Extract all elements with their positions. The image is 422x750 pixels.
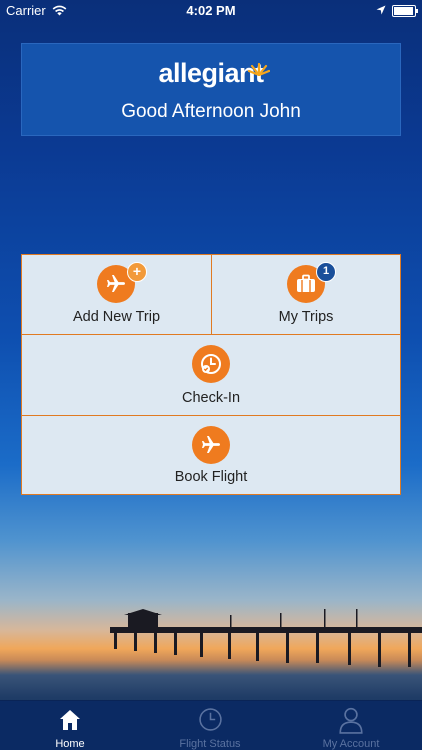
book-flight-label: Book Flight [174,469,248,485]
status-right [376,3,418,18]
sun-logo-icon [247,52,271,83]
check-in-button[interactable]: Check-In [22,335,400,415]
tab-home[interactable]: Home [0,701,140,750]
airplane-icon [192,426,230,464]
add-new-trip-button[interactable]: + Add New Trip [22,255,211,334]
welcome-banner: allegiant Good Afternoon John [21,43,401,136]
home-screen: Carrier 4:02 PM allegiant Good Afternoon… [0,0,422,750]
battery-icon [392,4,418,17]
grid-divider [22,334,400,335]
tab-my-account-label: My Account [322,738,380,750]
tab-flight-status[interactable]: Flight Status [140,701,280,750]
status-bar: Carrier 4:02 PM [0,0,422,22]
pier-silhouette [110,609,422,667]
add-badge: + [127,262,147,282]
book-flight-button[interactable]: Book Flight [22,416,400,494]
add-new-trip-label: Add New Trip [72,309,161,325]
check-in-label: Check-In [181,390,241,406]
action-grid: + Add New Trip 1 My Trips Check-In Book … [21,254,401,495]
tab-flight-status-label: Flight Status [179,738,241,750]
trips-count-badge: 1 [316,262,336,282]
tab-bar: Home Flight Status My Account [0,700,422,750]
person-icon [338,706,364,737]
allegiant-logo: allegiant [22,58,400,89]
home-icon [58,708,82,735]
my-trips-button[interactable]: 1 My Trips [212,255,400,334]
my-trips-label: My Trips [278,309,334,325]
greeting-text: Good Afternoon John [121,101,301,122]
location-arrow-icon [376,3,386,18]
grid-divider [211,255,212,335]
tab-my-account[interactable]: My Account [280,701,422,750]
status-time: 4:02 PM [186,3,236,18]
tab-home-label: Home [55,738,85,750]
clock-check-icon [192,345,230,383]
grid-divider [22,415,400,416]
clock-icon [198,707,223,735]
